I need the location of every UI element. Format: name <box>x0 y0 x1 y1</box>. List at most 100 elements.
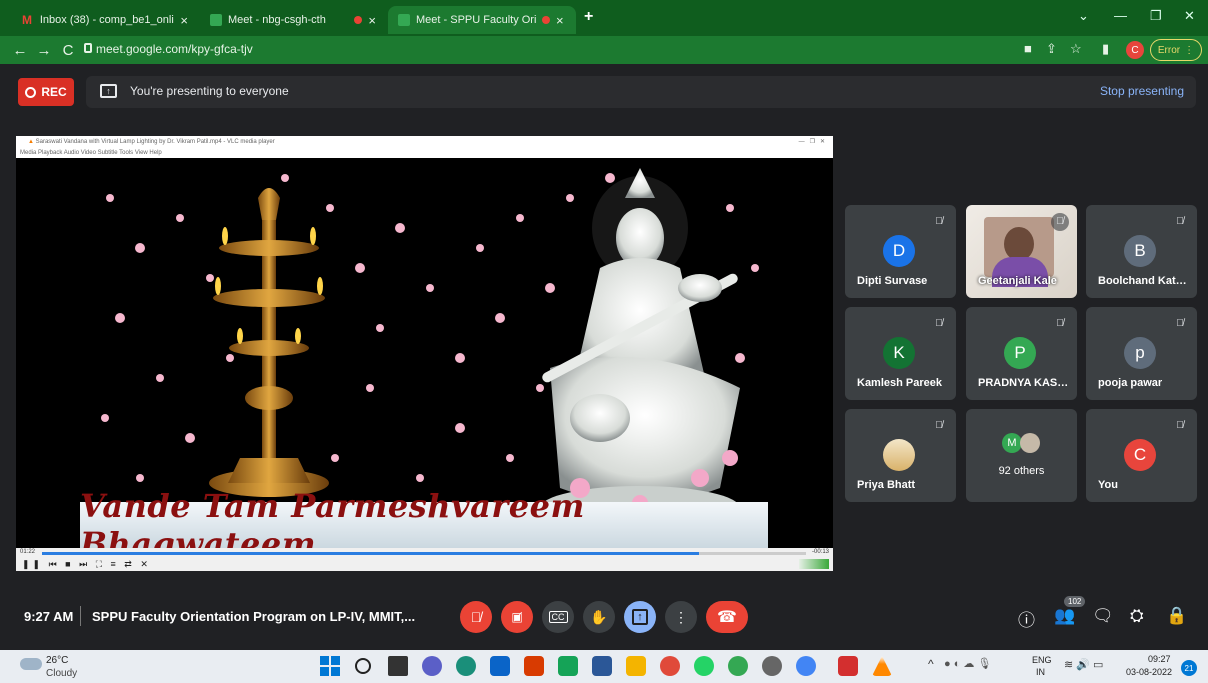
mic-off-icon: 🎙̸ <box>1176 216 1184 227</box>
chrome-profile-icon[interactable] <box>728 656 748 676</box>
hang-up-icon: ☎ <box>717 609 737 626</box>
maximize-icon[interactable]: ❐ <box>1150 8 1162 24</box>
video-frame <box>80 158 768 528</box>
chrome-icon[interactable] <box>660 656 680 676</box>
stop-presenting-button[interactable]: Stop presenting <box>1100 84 1184 98</box>
people-count-badge: 102 <box>1064 596 1086 607</box>
pdf-reader-icon[interactable] <box>838 656 858 676</box>
close-window-icon[interactable]: ✕ <box>1184 8 1195 24</box>
url-field[interactable]: meet.google.com/kpy-gfca-tjv <box>96 42 253 56</box>
elapsed-time: 01:22 <box>20 549 36 555</box>
close-tab-icon[interactable]: × <box>556 13 564 28</box>
others-photo-avatar <box>1020 433 1040 453</box>
tray-icons[interactable]: ● ◐ ☁ 🎙 <box>944 657 991 670</box>
mic-off-icon: 🎙̸ <box>935 216 943 227</box>
camera-off-icon: ▣̸ <box>511 610 523 624</box>
notification-badge[interactable]: 21 <box>1181 660 1197 676</box>
mic-off-icon: 🎙̸ <box>935 318 943 329</box>
participant-avatar: D <box>883 235 915 267</box>
language-indicator[interactable]: ENG <box>1032 655 1052 665</box>
more-icon: ⋮ <box>674 608 688 625</box>
show-hidden-icons-icon[interactable]: ^ <box>928 657 934 671</box>
error-label: Error <box>1157 44 1181 56</box>
tab-search-icon[interactable]: ⌄ <box>1078 8 1089 24</box>
more-options-button[interactable]: ⋮ <box>665 601 697 633</box>
profile-avatar[interactable]: C <box>1126 41 1144 59</box>
raise-hand-button[interactable]: ✋ <box>583 601 615 633</box>
camera-toggle-button[interactable]: ▣̸ <box>501 601 533 633</box>
network-volume-battery-icons[interactable]: ≋ 🔊 ▭ <box>1064 658 1103 671</box>
participant-face <box>1004 227 1034 261</box>
camera-icon[interactable]: ■ <box>1024 41 1032 56</box>
sidebar-icon[interactable]: ▮ <box>1102 41 1109 57</box>
file-explorer-icon[interactable] <box>626 656 646 676</box>
mic-toggle-button[interactable]: 🎙̸ <box>460 601 492 633</box>
vlc-window-controls: — ❐ ✕ <box>798 139 825 145</box>
saraswati-statue <box>540 168 740 528</box>
tab-meet-sppu[interactable]: Meet - SPPU Faculty Orientat × <box>388 6 576 34</box>
captions-button[interactable]: CC <box>542 601 574 633</box>
present-button[interactable]: ↑ <box>624 601 656 633</box>
present-screen-icon: ↑ <box>100 84 117 98</box>
office-icon[interactable] <box>524 656 544 676</box>
activities-icon[interactable]: ⛭ <box>1130 606 1144 626</box>
people-icon[interactable]: 👥 <box>1054 606 1075 626</box>
host-controls-icon[interactable]: 🔒 <box>1166 606 1187 626</box>
chat-app-icon[interactable] <box>422 656 442 676</box>
error-button[interactable]: Error ⋮ <box>1150 39 1202 61</box>
reload-icon[interactable]: C <box>56 42 80 59</box>
participant-tile[interactable]: 🎙̸ K Kamlesh Pareek <box>845 307 956 400</box>
leave-call-button[interactable]: ☎ <box>706 601 748 633</box>
edge-browser-icon[interactable] <box>456 656 476 676</box>
tab-label: Meet - nbg-csgh-cth <box>228 14 326 26</box>
seek-bar[interactable] <box>42 552 806 555</box>
playback-buttons[interactable]: ❚❚ ⏮ ■ ⏭ ⛶ ≡ ⇄ ✕ <box>22 559 151 570</box>
mic-off-icon: 🎙̸ <box>1051 213 1069 231</box>
participant-tile[interactable]: 🎙̸ D Dipti Survase <box>845 205 956 298</box>
mic-off-icon: 🎙̸ <box>470 609 482 625</box>
search-icon[interactable] <box>355 658 371 674</box>
seek-bar-fill <box>42 552 700 555</box>
participant-tile-self[interactable]: 🎙̸ C You <box>1086 409 1197 502</box>
clock-time[interactable]: 09:27 <box>1148 654 1171 664</box>
minimize-icon[interactable]: — <box>1114 8 1127 23</box>
vlc-window-title: Saraswati Vandana with Virtual Lamp Ligh… <box>35 139 275 145</box>
temperature[interactable]: 26°C <box>46 655 68 666</box>
lamp-and-goddess-illustration <box>101 168 759 528</box>
close-tab-icon[interactable]: × <box>180 13 188 28</box>
address-bar: ← → C meet.google.com/kpy-gfca-tjv ■ ⇪ ☆… <box>0 36 1208 64</box>
participant-tile[interactable]: 🎙̸ B Boolchand Kat… <box>1086 205 1197 298</box>
settings-icon[interactable] <box>762 656 782 676</box>
back-icon[interactable]: ← <box>8 42 32 59</box>
participant-name: Boolchand Kat… <box>1098 275 1187 287</box>
rec-label: REC <box>41 85 67 99</box>
start-button[interactable] <box>320 656 340 676</box>
mic-off-icon: 🎙̸ <box>935 420 943 431</box>
participant-tile[interactable]: 🎙̸ P PRADNYA KAS… <box>966 307 1077 400</box>
participant-tile[interactable]: 🎙̸ Geetanjali Kale <box>966 205 1077 298</box>
participant-name: Geetanjali Kale <box>978 275 1057 287</box>
mail-icon[interactable] <box>490 656 510 676</box>
chrome-active-icon[interactable] <box>796 656 816 676</box>
chat-icon[interactable]: 🗨 <box>1092 606 1114 626</box>
bookmark-star-icon[interactable]: ☆ <box>1070 41 1082 57</box>
store-icon[interactable] <box>592 656 612 676</box>
others-count: 92 others <box>998 465 1045 477</box>
rec-badge[interactable]: REC <box>18 78 74 106</box>
new-tab-button[interactable]: + <box>584 8 593 26</box>
app-icon[interactable] <box>558 656 578 676</box>
mic-off-icon: 🎙̸ <box>1176 420 1184 431</box>
meeting-details-icon[interactable]: ⓘ <box>1018 606 1035 631</box>
close-tab-icon[interactable]: × <box>368 13 376 28</box>
others-tile[interactable]: M 92 others <box>966 409 1077 502</box>
whatsapp-icon[interactable] <box>694 656 714 676</box>
video-caption-banner: Vande Tam Parmeshvareem Bhagwateem <box>80 487 768 563</box>
participant-tile[interactable]: 🎙̸ Priya Bhatt <box>845 409 956 502</box>
participant-tile[interactable]: 🎙̸ p pooja pawar <box>1086 307 1197 400</box>
tab-gmail-inbox[interactable]: M Inbox (38) - comp_be1_online@ × <box>12 6 198 34</box>
share-icon[interactable]: ⇪ <box>1046 41 1057 57</box>
volume-slider[interactable] <box>799 559 829 569</box>
forward-icon[interactable]: → <box>32 42 56 59</box>
tab-meet-nbg[interactable]: Meet - nbg-csgh-cth × <box>200 6 386 34</box>
task-view-icon[interactable] <box>388 656 408 676</box>
